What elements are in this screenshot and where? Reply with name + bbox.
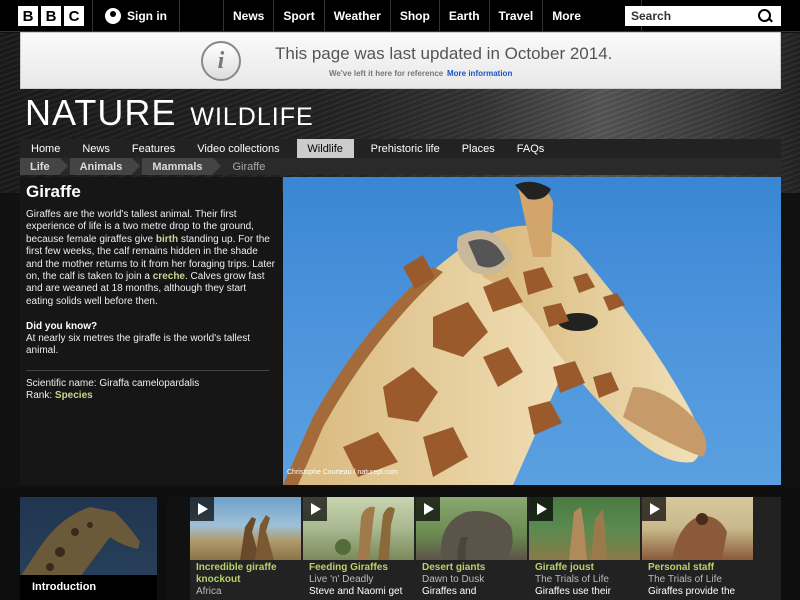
introduction-thumbnail: [20, 497, 157, 577]
clip-title: Desert giants: [422, 562, 486, 573]
search-input[interactable]: [625, 9, 755, 23]
section-nav: Home News Features Video collections Wil…: [20, 139, 781, 158]
section-nav-wildlife[interactable]: Wildlife: [296, 139, 354, 158]
play-icon[interactable]: [642, 497, 666, 521]
page-title: NATURE WILDLIFE: [25, 92, 314, 134]
user-icon: [105, 8, 121, 24]
rank-label: Rank:: [26, 390, 55, 401]
global-nav-bar: B B C Sign in News Sport Weather Shop Ea…: [0, 0, 800, 32]
clip-card[interactable]: Feeding Giraffes Live 'n' Deadly Steve a…: [303, 497, 414, 600]
breadcrumb: Life Animals Mammals Giraffe: [20, 158, 781, 175]
notice-title: This page was last updated in October 20…: [275, 44, 613, 63]
scientific-name: Scientific name: Giraffa camelopardalis: [26, 378, 200, 389]
logo-letter-b1: B: [18, 6, 38, 26]
nav-weather[interactable]: Weather: [323, 0, 390, 32]
introduction-label: Introduction: [20, 575, 157, 600]
nav-news[interactable]: News: [223, 0, 273, 32]
section-nav-news[interactable]: News: [71, 139, 121, 158]
clip-subtitle: The Trials of Life: [535, 574, 609, 585]
clip-thumbnail: [190, 497, 301, 560]
info-icon: i: [201, 41, 241, 81]
carousel-left-edge: [167, 497, 190, 600]
clip-card[interactable]: Desert giants Dawn to Dusk Giraffes and: [416, 497, 527, 600]
section-nav-video-collections[interactable]: Video collections: [186, 139, 290, 158]
clip-thumbnail: [303, 497, 414, 560]
more-information-link[interactable]: More information: [447, 69, 512, 78]
clip-title: Personal staff: [648, 562, 715, 573]
logo-letter-b2: B: [41, 6, 61, 26]
signin-button[interactable]: Sign in: [92, 0, 180, 32]
nav-more-label: More: [552, 9, 581, 23]
clip-subtitle: Dawn to Dusk: [422, 574, 485, 585]
breadcrumb-mammals[interactable]: Mammals: [142, 158, 221, 175]
species-info-panel: Giraffe Giraffes are the world's tallest…: [20, 177, 282, 485]
nav-earth[interactable]: Earth: [438, 0, 489, 32]
breadcrumb-life[interactable]: Life: [20, 158, 68, 175]
play-icon[interactable]: [303, 497, 327, 521]
image-credit: Christophe Courteau / naturepl.com: [287, 469, 398, 476]
section-nav-places[interactable]: Places: [451, 139, 506, 158]
clip-subtitle: The Trials of Life: [648, 574, 722, 585]
giraffe-illustration: [283, 181, 707, 485]
clip-card[interactable]: Incredible giraffe knockout Africa: [190, 497, 301, 600]
section-nav-faqs[interactable]: FAQs: [506, 139, 556, 158]
clip-subtitle: Live 'n' Deadly: [309, 574, 374, 585]
clip-extra: Giraffes use their: [535, 586, 611, 597]
clip-extra: Giraffes provide the: [648, 586, 736, 597]
logo-letter-c: C: [64, 6, 84, 26]
rank-species-link[interactable]: Species: [55, 390, 93, 401]
birth-link[interactable]: birth: [156, 234, 178, 245]
clip-card[interactable]: Personal staff The Trials of Life Giraff…: [642, 497, 753, 600]
global-nav: News Sport Weather Shop Earth Travel Mor…: [223, 0, 643, 32]
video-clips-carousel: Incredible giraffe knockout Africa Feedi…: [167, 497, 781, 600]
signin-label: Sign in: [127, 9, 167, 23]
archive-notice: i This page was last updated in October …: [20, 32, 781, 89]
introduction-illustration: [20, 507, 140, 577]
species-description: Giraffes are the world's tallest animal.…: [26, 209, 276, 308]
clip-card[interactable]: Giraffe joust The Trials of Life Giraffe…: [529, 497, 640, 600]
search-box: [625, 6, 781, 26]
nav-shop[interactable]: Shop: [389, 0, 439, 32]
nav-sport[interactable]: Sport: [273, 0, 323, 32]
clip-thumbnail: [529, 497, 640, 560]
clip-extra: Steve and Naomi get: [309, 586, 403, 597]
species-name: Giraffe: [26, 182, 81, 201]
play-icon[interactable]: [190, 497, 214, 521]
clip-extra: Giraffes and: [422, 586, 477, 597]
rank: Rank: Species: [26, 390, 93, 401]
did-you-know-title: Did you know?: [26, 321, 98, 332]
clip-title: Feeding Giraffes: [309, 562, 388, 573]
section-nav-prehistoric-life[interactable]: Prehistoric life: [360, 139, 451, 158]
introduction-card[interactable]: Introduction: [20, 497, 157, 600]
clip-thumbnail: [642, 497, 753, 560]
clip-title: Giraffe joust: [535, 562, 594, 573]
section-title[interactable]: WILDLIFE: [190, 103, 313, 132]
search-icon[interactable]: [755, 6, 775, 26]
site-title[interactable]: NATURE: [25, 92, 176, 134]
giraffe-photo: Christophe Courteau / naturepl.com: [283, 177, 781, 485]
clip-subtitle: Africa: [196, 586, 222, 597]
section-nav-home[interactable]: Home: [20, 139, 71, 158]
did-you-know-text: At nearly six metres the giraffe is the …: [26, 333, 251, 357]
bbc-logo[interactable]: B B C: [18, 6, 84, 26]
breadcrumb-animals[interactable]: Animals: [69, 158, 141, 175]
divider: [26, 370, 269, 371]
section-nav-features[interactable]: Features: [121, 139, 186, 158]
play-icon[interactable]: [416, 497, 440, 521]
clip-thumbnail: [416, 497, 527, 560]
creche-link[interactable]: creche: [153, 271, 185, 282]
breadcrumb-current: Giraffe: [232, 160, 266, 173]
notice-subtitle: We've left it here for reference: [329, 69, 444, 78]
nav-travel[interactable]: Travel: [488, 0, 543, 32]
play-icon[interactable]: [529, 497, 553, 521]
clip-title: Incredible giraffe knockout: [196, 562, 277, 585]
